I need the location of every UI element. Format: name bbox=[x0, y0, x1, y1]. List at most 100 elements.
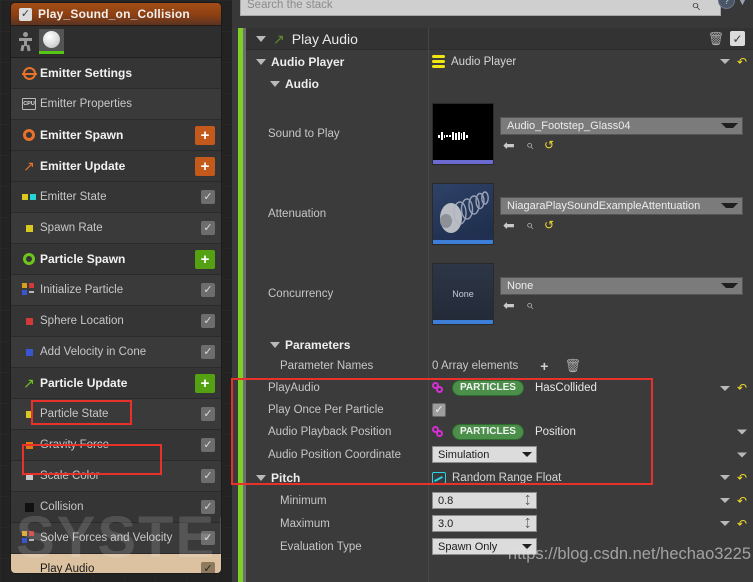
sidebar-item-collision[interactable]: Collision ✓ bbox=[11, 492, 221, 523]
property-select[interactable]: Spawn Only bbox=[432, 538, 537, 555]
module-enabled-checkbox[interactable]: ✓ bbox=[201, 283, 215, 297]
arrow-orange-icon: ↗ bbox=[23, 158, 35, 174]
sidebar-item-sphere-location[interactable]: Sphere Location ✓ bbox=[11, 306, 221, 337]
sidebar-item-play-audio[interactable]: Play Audio ✓ bbox=[11, 554, 221, 573]
module-enabled-checkbox[interactable]: ✓ bbox=[201, 221, 215, 235]
emitter-thumbnail[interactable] bbox=[39, 29, 64, 54]
chevron-down-icon[interactable] bbox=[719, 475, 730, 480]
add-module-button[interactable]: + bbox=[195, 373, 215, 393]
chevron-down-icon[interactable] bbox=[522, 544, 532, 549]
property-checkbox[interactable]: ✓ bbox=[432, 403, 446, 417]
revert-icon[interactable]: ↶ bbox=[737, 495, 747, 507]
browse-asset-icon[interactable]: ⌕ bbox=[526, 297, 533, 312]
row-end-tools: ↶ bbox=[719, 472, 747, 484]
asset-combo[interactable]: None bbox=[500, 276, 743, 295]
property-label-text: PlayAudio bbox=[268, 382, 320, 394]
asset-combo[interactable]: Audio_Footstep_Glass04 bbox=[500, 116, 743, 135]
chevron-down-icon[interactable] bbox=[522, 452, 532, 457]
module-enabled-checkbox[interactable]: ✓ bbox=[201, 469, 215, 483]
sidebar-item-particle-spawn[interactable]: Particle Spawn + bbox=[11, 244, 221, 275]
use-selected-asset-icon[interactable]: ⬅ bbox=[503, 218, 515, 232]
asset-thumbnail[interactable] bbox=[432, 183, 494, 245]
collapse-triangle-icon[interactable] bbox=[270, 81, 280, 88]
chevron-down-icon[interactable] bbox=[719, 59, 730, 64]
module-enabled-checkbox[interactable]: ✓ bbox=[730, 31, 745, 46]
chevron-down-icon[interactable] bbox=[721, 123, 738, 128]
sidebar-item-add-velocity-in-cone[interactable]: Add Velocity in Cone ✓ bbox=[11, 337, 221, 368]
property-row-audio-player: Audio Player ↶ Audio Player bbox=[246, 50, 753, 73]
add-module-button[interactable]: + bbox=[195, 249, 215, 269]
module-enabled-checkbox[interactable]: ✓ bbox=[201, 345, 215, 359]
revert-icon[interactable]: ↶ bbox=[737, 382, 747, 394]
sidebar-item-action: + bbox=[195, 125, 215, 145]
trash-icon[interactable]: 🗑 bbox=[707, 31, 724, 47]
add-module-button[interactable]: + bbox=[195, 156, 215, 176]
sidebar-item-emitter-properties[interactable]: CPU Emitter Properties bbox=[11, 89, 221, 120]
asset-type-bar bbox=[433, 320, 493, 324]
property-select[interactable]: Simulation bbox=[432, 446, 537, 463]
chevron-down-icon[interactable] bbox=[737, 429, 747, 435]
browse-asset-icon[interactable]: ⌕ bbox=[526, 217, 533, 232]
drag-handle-icon[interactable]: ⤢ bbox=[521, 494, 534, 507]
revert-icon[interactable]: ↶ bbox=[737, 518, 747, 530]
emitter-module-list: Emitter Settings CPU Emitter Properties Emi… bbox=[11, 58, 221, 573]
module-enabled-checkbox[interactable]: ✓ bbox=[201, 438, 215, 452]
emitter-title-bar[interactable]: ✓ Play_Sound_on_Collision bbox=[11, 3, 221, 26]
collapse-triangle-icon[interactable] bbox=[256, 59, 266, 66]
sidebar-item-emitter-spawn[interactable]: Emitter Spawn + bbox=[11, 120, 221, 151]
collapse-triangle-icon[interactable] bbox=[270, 342, 280, 349]
module-enabled-checkbox[interactable]: ✓ bbox=[201, 562, 215, 573]
sidebar-item-emitter-settings[interactable]: Emitter Settings bbox=[11, 58, 221, 89]
module-enabled-checkbox[interactable]: ✓ bbox=[201, 190, 215, 204]
asset-combo[interactable]: NiagaraPlaySoundExampleAttentuation bbox=[500, 196, 743, 215]
search-icon[interactable]: ⌕ bbox=[691, 0, 700, 15]
revert-icon[interactable]: ↶ bbox=[737, 472, 747, 484]
use-selected-asset-icon[interactable]: ⬅ bbox=[503, 298, 515, 312]
chevron-down-icon[interactable] bbox=[719, 385, 730, 391]
add-array-element-button[interactable]: + bbox=[540, 359, 548, 373]
search-input[interactable]: Search the stack bbox=[240, 0, 721, 16]
property-label-text: Sound to Play bbox=[268, 128, 340, 140]
property-label: Audio bbox=[246, 77, 432, 91]
property-value: Spawn Only bbox=[432, 538, 753, 555]
asset-thumbnail[interactable]: None bbox=[432, 263, 494, 325]
module-enabled-checkbox[interactable]: ✓ bbox=[201, 314, 215, 328]
chevron-down-icon[interactable] bbox=[721, 283, 738, 288]
collapse-triangle-icon[interactable] bbox=[256, 475, 266, 482]
asset-thumbnail[interactable] bbox=[432, 103, 494, 165]
asset-name: None bbox=[507, 279, 534, 292]
sidebar-item-emitter-state[interactable]: Emitter State ✓ bbox=[11, 182, 221, 213]
drag-handle-icon[interactable]: ⤢ bbox=[521, 517, 534, 530]
revert-icon[interactable]: ↺ bbox=[544, 139, 554, 151]
sidebar-item-emitter-update[interactable]: ↗ Emitter Update + bbox=[11, 151, 221, 182]
sidebar-item-label: Solve Forces and Velocity bbox=[40, 532, 173, 544]
sidebar-item-scale-color[interactable]: Scale Color ✓ bbox=[11, 461, 221, 492]
emitter-enabled-checkbox[interactable]: ✓ bbox=[19, 7, 32, 21]
chevron-down-icon[interactable] bbox=[719, 498, 730, 503]
chevron-down-icon[interactable] bbox=[719, 521, 730, 526]
revert-icon[interactable]: ↺ bbox=[544, 219, 554, 231]
add-module-button[interactable]: + bbox=[195, 125, 215, 145]
revert-icon[interactable]: ↶ bbox=[737, 56, 747, 68]
number-input[interactable]: 3.0 ⤢ bbox=[432, 515, 537, 532]
module-enabled-checkbox[interactable]: ✓ bbox=[201, 407, 215, 421]
chevron-down-icon[interactable] bbox=[737, 452, 747, 457]
module-enabled-checkbox[interactable]: ✓ bbox=[201, 531, 215, 545]
circle-green-icon bbox=[18, 253, 40, 265]
sidebar-item-particle-update[interactable]: ↗ Particle Update + bbox=[11, 368, 221, 399]
module-header-play-audio[interactable]: ↗ Play Audio 🗑 ✓ bbox=[246, 28, 753, 50]
collapse-triangle-icon[interactable] bbox=[256, 35, 266, 42]
number-input[interactable]: 0.8 ⤢ bbox=[432, 492, 537, 509]
chevron-down-icon[interactable]: ▼ bbox=[738, 0, 747, 7]
chevron-down-icon[interactable] bbox=[721, 203, 738, 208]
sidebar-item-action: + bbox=[195, 249, 215, 269]
sidebar-item-spawn-rate[interactable]: Spawn Rate ✓ bbox=[11, 213, 221, 244]
use-selected-asset-icon[interactable]: ⬅ bbox=[503, 138, 515, 152]
clear-array-button[interactable]: 🗑 bbox=[564, 358, 581, 374]
sidebar-item-initialize-particle[interactable]: Initialize Particle ✓ bbox=[11, 275, 221, 306]
browse-asset-icon[interactable]: ⌕ bbox=[526, 137, 533, 152]
module-enabled-checkbox[interactable]: ✓ bbox=[201, 500, 215, 514]
sidebar-item-solve-forces-and-velocity[interactable]: Solve Forces and Velocity ✓ bbox=[11, 523, 221, 554]
sidebar-item-gravity-force[interactable]: Gravity Force ✓ bbox=[11, 430, 221, 461]
sidebar-item-particle-state[interactable]: Particle State ✓ bbox=[11, 399, 221, 430]
